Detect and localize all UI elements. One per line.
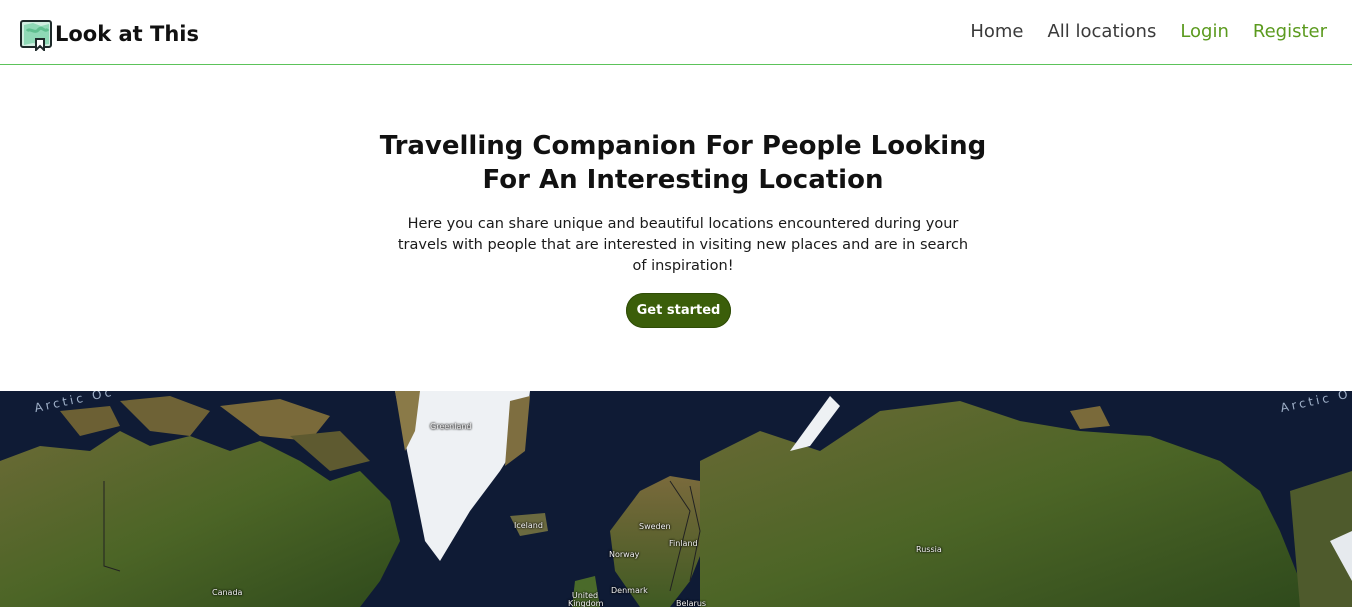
- brand-name: Look at This: [55, 22, 200, 46]
- satellite-map-image: [0, 391, 1352, 607]
- get-started-button[interactable]: Get started: [626, 293, 731, 328]
- map-label-norway: Norway: [609, 550, 640, 559]
- map-label-united-kingdom: United Kingdom: [568, 591, 604, 607]
- map-label-sweden: Sweden: [639, 522, 671, 531]
- world-map[interactable]: Arctic Oc Arctic O Greenland Iceland Swe…: [0, 391, 1352, 607]
- map-label-iceland: Iceland: [514, 521, 543, 530]
- map-label-russia: Russia: [916, 545, 942, 554]
- map-label-belarus: Belarus: [676, 599, 707, 607]
- nav-links: Home All locations Login Register: [946, 20, 1327, 44]
- map-label-canada: Canada: [212, 588, 243, 597]
- map-label-greenland: Greenland: [430, 422, 472, 431]
- nav-all-locations-link[interactable]: All locations: [1047, 20, 1156, 44]
- nav-login-link[interactable]: Login: [1180, 20, 1229, 44]
- hero-title-line2: For An Interesting Location: [482, 165, 884, 195]
- map-label-denmark: Denmark: [611, 586, 648, 595]
- hero-title: Travelling Companion For People Looking …: [376, 129, 990, 197]
- hero-title-line1: Travelling Companion For People Looking: [379, 131, 987, 161]
- nav-register-link[interactable]: Register: [1253, 20, 1327, 44]
- map-label-finland: Finland: [669, 539, 698, 548]
- brand-logo-link[interactable]: Look at This: [19, 17, 199, 51]
- nav-home-link[interactable]: Home: [970, 20, 1023, 44]
- navbar: Look at This Home All locations Login Re…: [0, 0, 1352, 65]
- hero-section: Travelling Companion For People Looking …: [0, 65, 1352, 391]
- map-icon: [20, 20, 52, 51]
- hero-description: Here you can share unique and beautiful …: [397, 216, 969, 274]
